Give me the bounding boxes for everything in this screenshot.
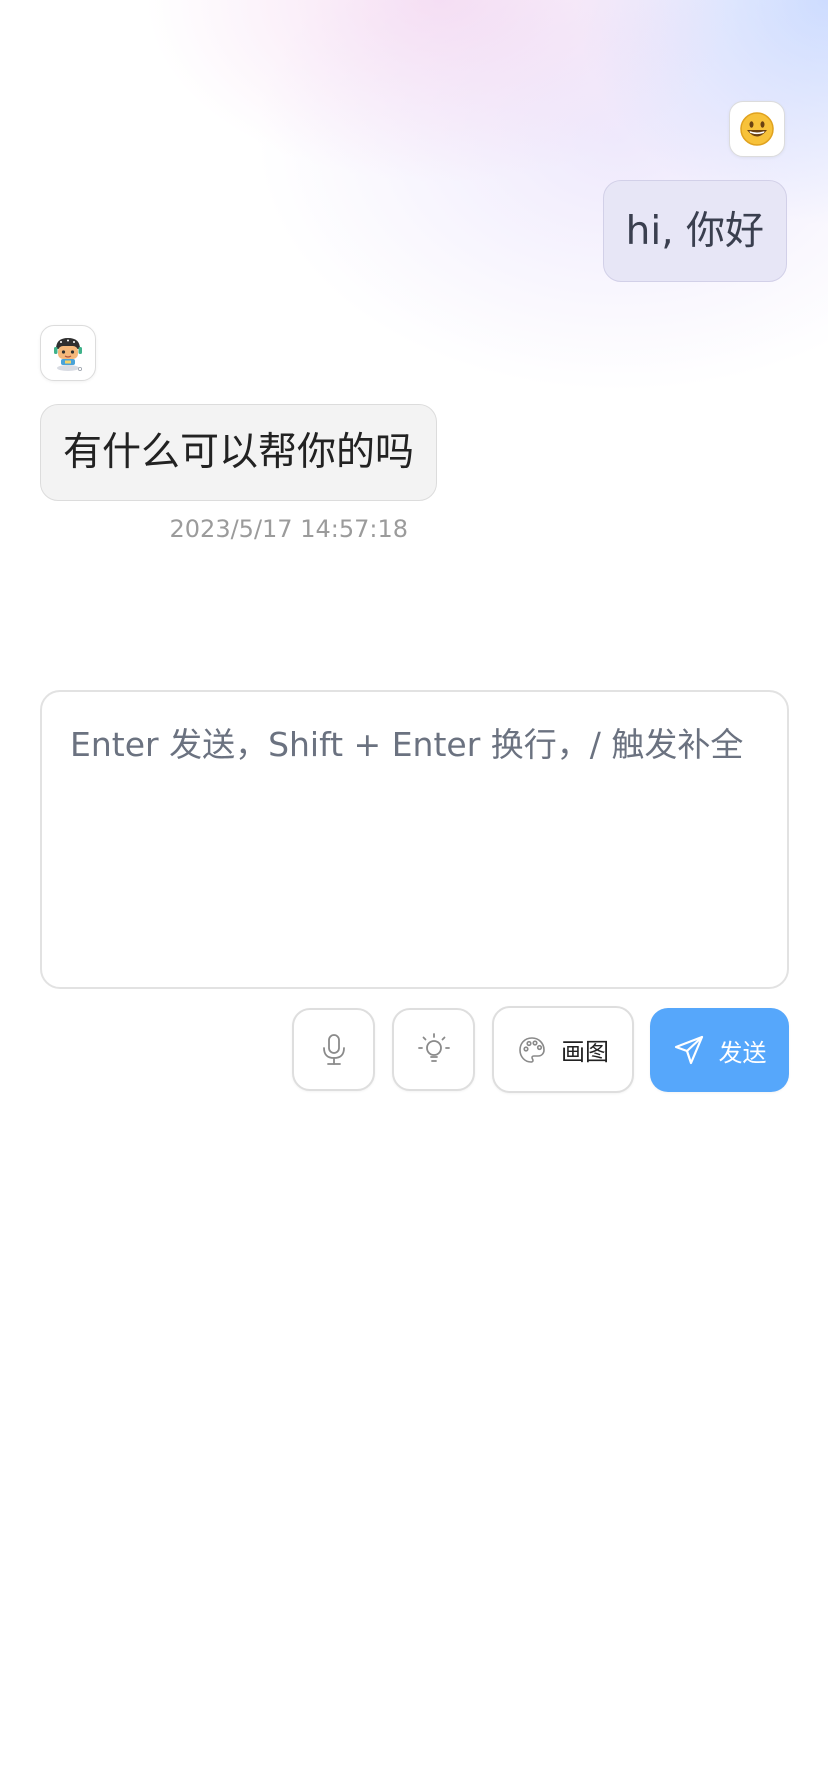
bot-avatar	[40, 325, 96, 381]
draw-button[interactable]: 画图	[492, 1006, 634, 1093]
smiley-emoji-icon	[739, 111, 775, 147]
prompt-suggestion-button[interactable]	[392, 1008, 475, 1091]
palette-icon	[517, 1035, 547, 1065]
voice-input-button[interactable]	[292, 1008, 375, 1091]
chat-input[interactable]	[42, 692, 787, 987]
user-avatar	[729, 101, 785, 157]
bot-message-timestamp: 2023/5/17 14:57:18	[169, 515, 408, 543]
bot-message-bubble: 有什么可以帮你的吗	[40, 404, 438, 501]
send-button-label: 发送	[718, 1038, 767, 1067]
chat-input-container	[40, 690, 789, 989]
bot-message-text: 有什么可以帮你的吗	[63, 430, 415, 475]
lightbulb-icon	[417, 1032, 451, 1068]
send-icon	[673, 1034, 705, 1066]
draw-button-label: 画图	[561, 1038, 609, 1066]
user-message-bubble: hi, 你好	[602, 180, 787, 282]
robot-icon	[47, 332, 89, 374]
microphone-icon	[321, 1033, 347, 1067]
send-button[interactable]: 发送	[650, 1008, 789, 1092]
user-message-text: hi, 你好	[625, 208, 764, 254]
